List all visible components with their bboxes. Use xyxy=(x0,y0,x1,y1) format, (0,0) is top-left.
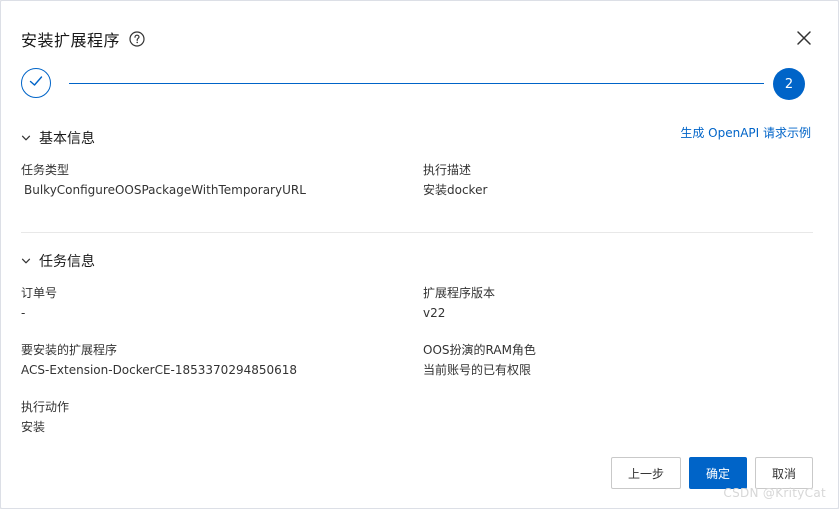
ram-role-value: 当前账号的已有权限 xyxy=(423,363,532,377)
watermark: CSDN @KrityCat xyxy=(723,486,826,500)
chevron-down-icon xyxy=(21,256,31,266)
order-field: 订单号 - xyxy=(21,286,57,320)
question-circle-icon[interactable] xyxy=(129,31,145,47)
dialog-title: 安装扩展程序 xyxy=(21,31,121,50)
confirm-button[interactable]: 确定 xyxy=(689,457,747,489)
ext-version-value: v22 xyxy=(423,306,446,320)
basic-info-heading: 基本信息 xyxy=(39,131,95,147)
order-value: - xyxy=(21,306,26,320)
ext-to-install-label: 要安装的扩展程序 xyxy=(21,343,118,357)
exec-desc-label: 执行描述 xyxy=(423,163,472,177)
check-icon xyxy=(28,73,44,93)
task-type-value: BulkyConfigureOOSPackageWithTemporaryURL xyxy=(24,183,306,197)
install-extension-dialog: 安装扩展程序 2 基本信息 生成 OpenAPI 请求示例 任务类型 Bulky… xyxy=(0,0,839,509)
step-2-current: 2 xyxy=(773,68,805,100)
action-value: 安装 xyxy=(21,420,46,434)
action-field: 执行动作 安装 xyxy=(21,400,69,434)
step-connector xyxy=(69,83,764,84)
ext-version-field: 扩展程序版本 v22 xyxy=(423,286,495,320)
prev-step-button[interactable]: 上一步 xyxy=(611,457,681,489)
exec-desc-field: 执行描述 安装docker xyxy=(423,163,487,197)
ram-role-label: OOS扮演的RAM角色 xyxy=(423,343,536,357)
order-label: 订单号 xyxy=(21,286,58,300)
ext-to-install-value: ACS-Extension-DockerCE-1853370294850618 xyxy=(21,363,298,377)
close-icon[interactable] xyxy=(796,30,812,46)
openapi-example-link[interactable]: 生成 OpenAPI 请求示例 xyxy=(680,124,811,141)
exec-desc-value: 安装docker xyxy=(423,183,488,197)
ext-version-label: 扩展程序版本 xyxy=(423,286,496,300)
task-info-heading: 任务信息 xyxy=(39,254,95,270)
basic-info-toggle[interactable]: 基本信息 xyxy=(21,128,95,148)
chevron-down-icon xyxy=(21,133,31,143)
dialog-header: 安装扩展程序 xyxy=(21,27,145,51)
section-divider xyxy=(21,232,813,233)
task-info-toggle[interactable]: 任务信息 xyxy=(21,251,95,271)
ram-role-field: OOS扮演的RAM角色 当前账号的已有权限 xyxy=(423,343,536,377)
cancel-button[interactable]: 取消 xyxy=(755,457,813,489)
step-1-completed xyxy=(21,68,51,98)
action-label: 执行动作 xyxy=(21,400,70,414)
task-type-field: 任务类型 BulkyConfigureOOSPackageWithTempora… xyxy=(21,163,306,197)
ext-to-install-field: 要安装的扩展程序 ACS-Extension-DockerCE-18533702… xyxy=(21,343,297,377)
task-type-label: 任务类型 xyxy=(21,163,70,177)
